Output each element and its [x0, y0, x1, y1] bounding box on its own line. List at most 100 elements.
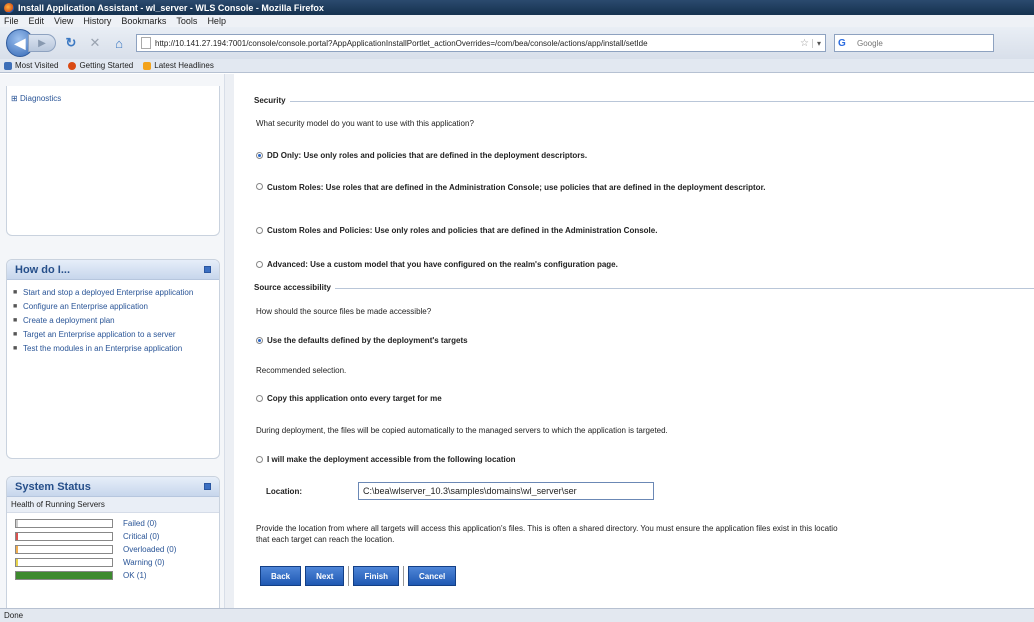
howdo-link-test-modules[interactable]: ■ Test the modules in an Enterprise appli…	[13, 344, 215, 354]
radio-location[interactable]	[256, 456, 263, 463]
menu-help[interactable]: Help	[207, 16, 226, 26]
status-health-bar	[15, 545, 113, 554]
status-row: Overloaded (0)	[7, 543, 219, 556]
system-status-title: System Status	[15, 480, 91, 493]
security-divider	[254, 101, 1034, 102]
back-button[interactable]: Back	[260, 566, 302, 586]
bookmark-getting-started[interactable]: Getting Started	[68, 61, 133, 70]
stop-icon[interactable]: ✕	[86, 34, 104, 52]
home-icon[interactable]: ⌂	[110, 34, 128, 52]
search-box[interactable]: G	[834, 34, 994, 52]
status-health-bar	[15, 571, 113, 580]
navigation-toolbar: ◀ ▶ ↻ ✕ ⌂ http://10.141.27.194:7001/cons…	[0, 27, 1034, 59]
source-option-copy[interactable]: Copy this application onto every target …	[256, 394, 442, 403]
bullet-icon: ■	[13, 331, 18, 338]
status-row: Warning (0)	[7, 556, 219, 569]
status-link[interactable]: Critical (0)	[123, 532, 159, 541]
location-label: Location:	[266, 487, 302, 496]
security-legend: Security	[254, 96, 290, 105]
security-question: What security model do you want to use w…	[256, 119, 474, 128]
bookmark-star-icon[interactable]: ☆	[800, 38, 809, 49]
google-icon[interactable]: G	[838, 36, 854, 50]
url-dropdown-icon[interactable]: ▾	[811, 38, 825, 48]
status-health-fill	[16, 546, 18, 553]
security-option-custom-roles-policies[interactable]: Custom Roles and Policies: Use only role…	[256, 226, 657, 235]
source-option-defaults[interactable]: Use the defaults defined by the deployme…	[256, 336, 468, 345]
menu-bar: File Edit View History Bookmarks Tools H…	[0, 15, 1034, 27]
status-health-fill	[16, 559, 18, 566]
wizard-button-row: Back Next Finish Cancel	[260, 566, 460, 586]
url-bar[interactable]: http://10.141.27.194:7001/console/consol…	[136, 34, 826, 52]
health-subtitle: Health of Running Servers	[7, 497, 219, 513]
source-option-location[interactable]: I will make the deployment accessible fr…	[256, 455, 516, 464]
security-option-dd-only[interactable]: DD Only: Use only roles and policies tha…	[256, 151, 587, 160]
security-option-advanced[interactable]: Advanced: Use a custom model that you ha…	[256, 260, 618, 269]
finish-button[interactable]: Finish	[353, 566, 400, 586]
location-help-line1: Provide the location from where all targ…	[256, 524, 838, 533]
howdo-link-deployment-plan[interactable]: ■ Create a deployment plan	[13, 316, 215, 326]
rss-icon	[143, 61, 152, 70]
firefox-icon	[4, 2, 14, 13]
status-text: Done	[4, 611, 24, 620]
radio-custom-roles-policies[interactable]	[256, 227, 263, 234]
howdo-link-start-stop[interactable]: ■ Start and stop a deployed Enterprise ap…	[13, 288, 215, 298]
status-row: OK (1)	[7, 569, 219, 582]
button-separator	[403, 566, 405, 586]
security-option-custom-roles[interactable]: Custom Roles: Use roles that are defined…	[256, 182, 866, 193]
browser-status-bar: Done	[0, 608, 1034, 622]
location-input[interactable]	[358, 482, 654, 500]
bookmark-latest-headlines[interactable]: Latest Headlines	[143, 61, 214, 70]
radio-dd-only[interactable]	[256, 152, 263, 159]
sidebar-scrollbar[interactable]	[224, 74, 234, 608]
button-separator	[348, 566, 350, 586]
status-health-fill	[16, 572, 112, 579]
status-health-fill	[16, 520, 18, 527]
panel-collapse-icon[interactable]	[204, 483, 211, 490]
next-button[interactable]: Next	[305, 566, 345, 586]
window-title: Install Application Assistant - wl_serve…	[18, 2, 324, 13]
howdo-link-target[interactable]: ■ Target an Enterprise application to a s…	[13, 330, 215, 340]
forward-arrow-icon[interactable]: ▶	[28, 34, 56, 52]
status-link[interactable]: Overloaded (0)	[123, 545, 176, 554]
status-link[interactable]: Failed (0)	[123, 519, 157, 528]
page-icon	[141, 37, 151, 49]
menu-edit[interactable]: Edit	[29, 16, 45, 26]
system-status-header: System Status	[7, 477, 219, 497]
bullet-icon: ■	[13, 345, 18, 352]
how-do-i-title: How do I...	[15, 263, 70, 276]
menu-history[interactable]: History	[83, 16, 111, 26]
domain-structure-panel: ⊞ Diagnostics	[6, 86, 220, 236]
status-link[interactable]: Warning (0)	[123, 558, 165, 567]
menu-tools[interactable]: Tools	[176, 16, 197, 26]
radio-advanced[interactable]	[256, 261, 263, 268]
bullet-icon: ■	[13, 289, 18, 296]
system-status-panel: System Status Health of Running Servers …	[6, 476, 220, 622]
source-question: How should the source files be made acce…	[256, 307, 432, 316]
recommended-note: Recommended selection.	[256, 366, 347, 375]
how-do-i-panel: How do I... ■ Start and stop a deployed E…	[6, 259, 220, 459]
radio-defaults[interactable]	[256, 337, 263, 344]
radio-copy[interactable]	[256, 395, 263, 402]
expand-plus-icon[interactable]: ⊞	[11, 94, 18, 103]
status-health-fill	[16, 533, 18, 540]
cancel-button[interactable]: Cancel	[408, 566, 457, 586]
status-health-bar	[15, 558, 113, 567]
source-legend: Source accessibility	[254, 283, 335, 292]
search-input[interactable]	[857, 38, 967, 48]
bookmarks-bar: Most Visited Getting Started Latest Head…	[0, 59, 1034, 73]
tree-item-diagnostics[interactable]: ⊞ Diagnostics	[11, 94, 61, 103]
left-sidebar: ⊞ Diagnostics How do I... ■ Start and sto…	[0, 74, 232, 622]
howdo-link-configure[interactable]: ■ Configure an Enterprise application	[13, 302, 215, 312]
bookmark-most-visited[interactable]: Most Visited	[4, 61, 58, 70]
menu-view[interactable]: View	[54, 16, 73, 26]
window-title-bar: Install Application Assistant - wl_serve…	[0, 0, 1034, 15]
radio-custom-roles[interactable]	[256, 183, 263, 190]
how-do-i-header: How do I...	[7, 260, 219, 280]
reload-icon[interactable]: ↻	[62, 34, 80, 52]
url-text[interactable]: http://10.141.27.194:7001/console/consol…	[155, 39, 797, 48]
status-health-bar	[15, 519, 113, 528]
status-link[interactable]: OK (1)	[123, 571, 147, 580]
panel-collapse-icon[interactable]	[204, 266, 211, 273]
menu-file[interactable]: File	[4, 16, 19, 26]
menu-bookmarks[interactable]: Bookmarks	[121, 16, 166, 26]
